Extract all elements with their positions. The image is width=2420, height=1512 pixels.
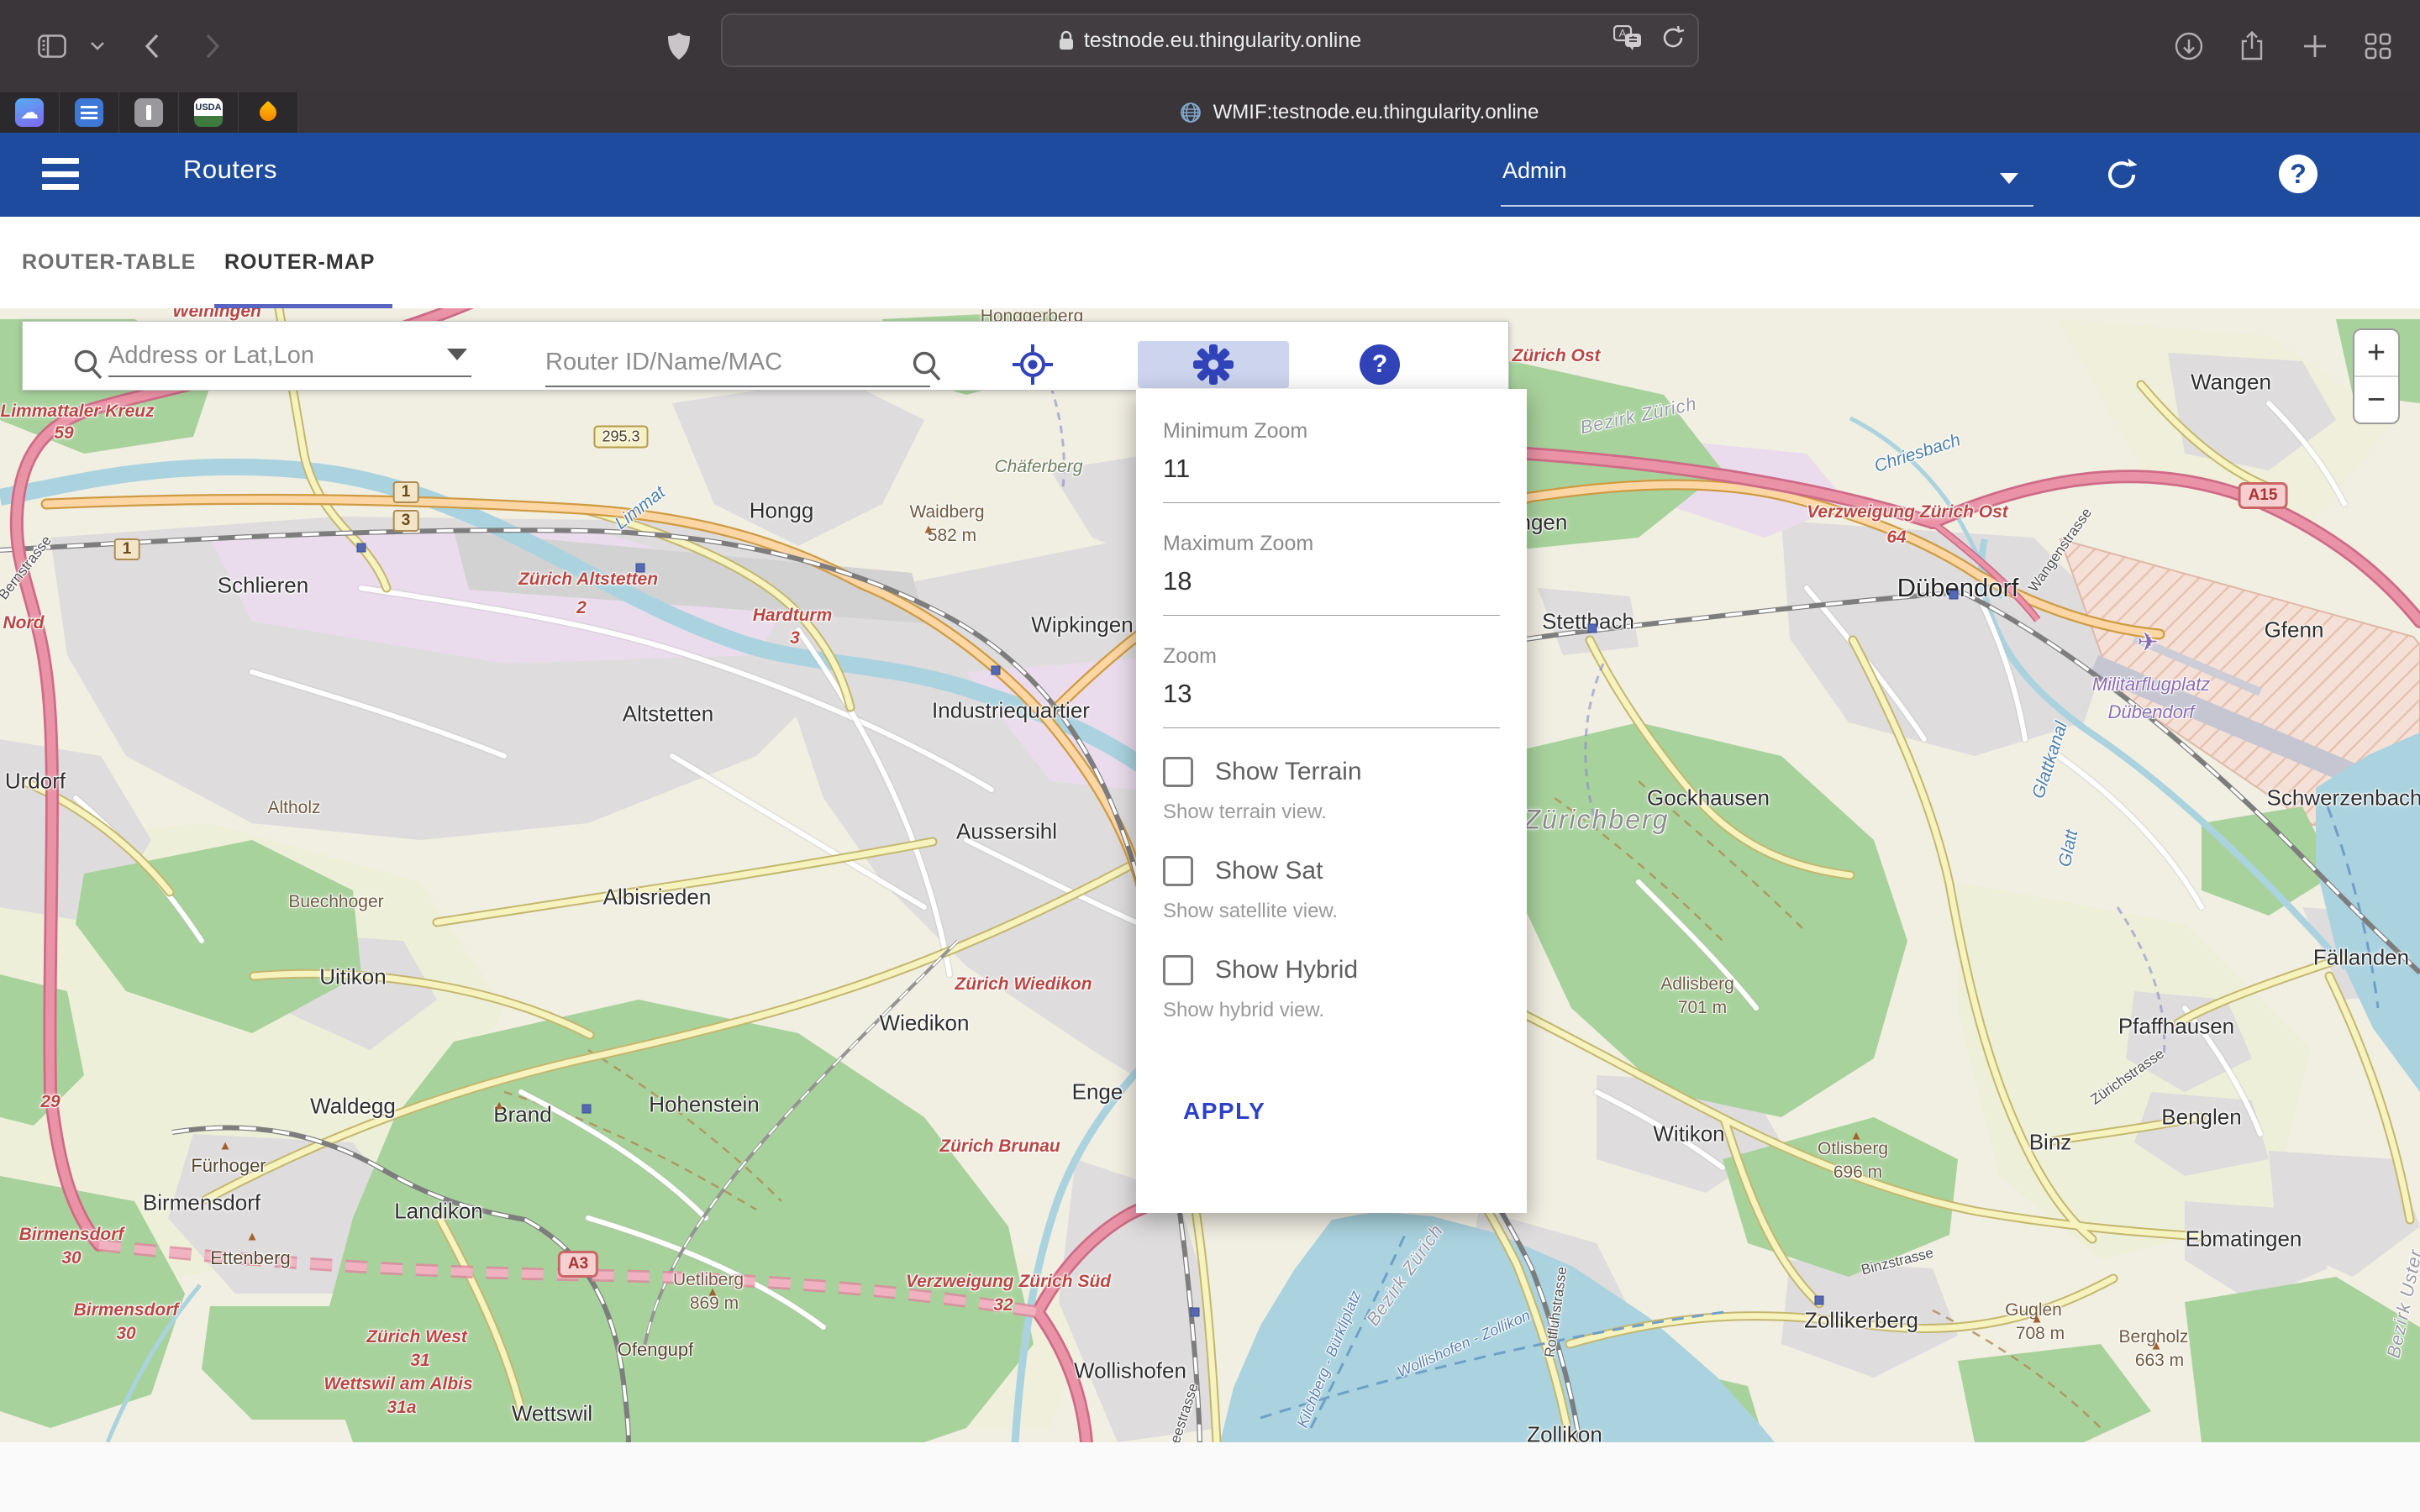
lock-icon bbox=[1059, 30, 1074, 50]
router-tabs: ROUTER-TABLE ROUTER-MAP bbox=[0, 217, 2420, 308]
checkbox-description: Show satellite view. bbox=[1163, 900, 1500, 923]
checkbox-description: Show hybrid view. bbox=[1163, 999, 1500, 1022]
tab-router-map[interactable]: ROUTER-MAP bbox=[224, 217, 375, 308]
page-bottom-strip bbox=[0, 1442, 2420, 1512]
pinned-tab[interactable] bbox=[60, 92, 119, 133]
sidebar-icon[interactable] bbox=[34, 0, 71, 92]
checkbox[interactable] bbox=[1163, 757, 1193, 787]
new-tab-icon[interactable] bbox=[2294, 0, 2336, 92]
browser-toolbar: testnode.eu.thingularity.online A bbox=[0, 0, 2420, 92]
zoom-out-button[interactable]: − bbox=[2354, 377, 2398, 423]
privacy-shield-icon[interactable] bbox=[660, 0, 697, 92]
checkbox-description: Show terrain view. bbox=[1163, 801, 1500, 824]
zoom-in-button[interactable]: + bbox=[2354, 330, 2398, 377]
pinned-tab[interactable] bbox=[239, 92, 298, 133]
downloads-icon[interactable] bbox=[2168, 0, 2210, 92]
chevron-down-icon bbox=[2000, 173, 2018, 184]
map-toolbar: Address or Lat,Lon Router ID/Name/MAC ? bbox=[22, 321, 1509, 391]
reload-icon[interactable] bbox=[1660, 25, 1686, 56]
globe-favicon bbox=[1180, 102, 1202, 123]
zoom-field[interactable]: Maximum Zoom 18 bbox=[1163, 532, 1500, 616]
field-label: Minimum Zoom bbox=[1163, 419, 1500, 444]
router-search-input[interactable]: Router ID/Name/MAC bbox=[545, 349, 782, 376]
favicon bbox=[134, 98, 163, 127]
translate-icon[interactable]: A bbox=[1613, 25, 1642, 56]
pinned-tab[interactable] bbox=[179, 92, 239, 133]
tab-group-chevron-icon[interactable] bbox=[86, 0, 109, 92]
refresh-button[interactable] bbox=[2098, 151, 2145, 198]
checkbox-label: Show Hybrid bbox=[1215, 956, 1358, 984]
share-icon[interactable] bbox=[2231, 0, 2273, 92]
field-label: Maximum Zoom bbox=[1163, 532, 1500, 556]
map-settings-panel: Minimum Zoom 11 Maximum Zoom 18 Zoom 13 … bbox=[1136, 389, 1527, 1213]
checkbox[interactable] bbox=[1163, 955, 1193, 985]
zoom-field[interactable]: Zoom 13 bbox=[1163, 644, 1500, 728]
locate-icon[interactable] bbox=[1011, 343, 1055, 386]
pinned-tab[interactable] bbox=[0, 92, 60, 133]
user-select-value: Admin bbox=[1502, 158, 1567, 184]
menu-icon[interactable] bbox=[42, 158, 79, 190]
favicon bbox=[254, 98, 282, 127]
tab-router-table[interactable]: ROUTER-TABLE bbox=[22, 217, 196, 308]
zoom-field[interactable]: Minimum Zoom 11 bbox=[1163, 419, 1500, 503]
zoom-fields: Minimum Zoom 11 Maximum Zoom 18 Zoom 13 bbox=[1163, 419, 1500, 728]
app-header: Routers Admin ? bbox=[0, 133, 2420, 217]
checkbox-row: Show Hybrid Show hybrid view. bbox=[1163, 955, 1500, 1022]
back-button[interactable] bbox=[134, 0, 170, 92]
checkbox-label: Show Terrain bbox=[1215, 758, 1362, 786]
router-search-icon[interactable] bbox=[912, 350, 942, 382]
forward-button[interactable] bbox=[195, 0, 230, 92]
apply-button[interactable]: APPLY bbox=[1183, 1098, 1265, 1125]
favicon bbox=[15, 98, 44, 127]
checkbox-row: Show Terrain Show terrain view. bbox=[1163, 757, 1500, 824]
tab-title: WMIF:testnode.eu.thingularity.online bbox=[1213, 101, 1539, 124]
page-title: Routers bbox=[183, 155, 277, 185]
active-tab[interactable]: WMIF:testnode.eu.thingularity.online bbox=[298, 92, 2420, 133]
favicon bbox=[75, 98, 103, 127]
view-checkboxes: Show Terrain Show terrain view. Show Sat… bbox=[1163, 757, 1500, 1022]
field-label: Zoom bbox=[1163, 644, 1500, 669]
map-help-button[interactable]: ? bbox=[1360, 344, 1400, 385]
checkbox[interactable] bbox=[1163, 856, 1193, 886]
address-dropdown-caret-icon[interactable] bbox=[447, 349, 467, 360]
map-zoom-control: + − bbox=[2353, 328, 2400, 424]
field-value[interactable]: 18 bbox=[1163, 566, 1500, 596]
url-bar[interactable]: testnode.eu.thingularity.online A bbox=[721, 13, 1699, 67]
checkbox-label: Show Sat bbox=[1215, 857, 1323, 885]
header-help-button[interactable]: ? bbox=[2279, 155, 2317, 193]
favicon bbox=[194, 98, 223, 127]
url-text: testnode.eu.thingularity.online bbox=[1084, 29, 1361, 53]
field-value[interactable]: 13 bbox=[1163, 679, 1500, 709]
checkbox-row: Show Sat Show satellite view. bbox=[1163, 856, 1500, 923]
pinned-tab[interactable] bbox=[119, 92, 179, 133]
field-value[interactable]: 11 bbox=[1163, 454, 1500, 484]
address-input[interactable]: Address or Lat,Lon bbox=[108, 342, 314, 370]
browser-tab-strip: WMIF:testnode.eu.thingularity.online bbox=[0, 92, 2420, 133]
tab-overview-icon[interactable] bbox=[2357, 0, 2399, 92]
user-select[interactable]: Admin bbox=[1501, 148, 2033, 202]
pinned-tabs bbox=[0, 92, 298, 133]
gear-icon[interactable] bbox=[1192, 343, 1235, 386]
search-icon bbox=[73, 349, 103, 381]
